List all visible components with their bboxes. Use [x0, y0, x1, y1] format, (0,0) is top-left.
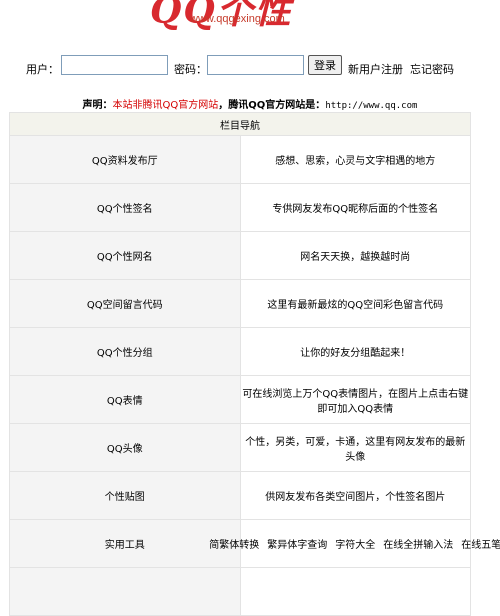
nav-description: 个性，另类，可爱，卡通，这里有网友发布的最新头像 — [239, 423, 471, 472]
tool-link-charset[interactable]: 字符大全 — [335, 536, 375, 551]
nav-row: QQ资料发布厅 感想、思索，心灵与文字相遇的地方 — [9, 135, 471, 184]
tool-link-simp-trad[interactable]: 简繁体转换 — [209, 536, 259, 551]
site-logo[interactable]: QQ个性 www.qqgexing.com — [0, 0, 500, 34]
tool-link-variant-chars[interactable]: 繁异体字查询 — [267, 536, 327, 551]
nav-row: 个性贴图 供网友发布各类空间图片，个性签名图片 — [9, 471, 471, 520]
nav-category[interactable]: QQ空间留言代码 — [9, 279, 241, 328]
nav-description: 感想、思索，心灵与文字相遇的地方 — [239, 135, 471, 184]
nav-category[interactable]: QQ表情 — [9, 375, 241, 424]
nav-row: QQ头像 个性，另类，可爱，卡通，这里有网友发布的最新头像 — [9, 423, 471, 472]
notice-prefix: 声明： — [82, 100, 113, 111]
nav-category[interactable]: QQ头像 — [9, 423, 241, 472]
nav-category[interactable]: QQ个性网名 — [9, 231, 241, 280]
tool-link-wubi[interactable]: 在线五笔 — [461, 536, 500, 551]
nav-header: 栏目导航 — [9, 112, 471, 136]
nav-category[interactable]: 实用工具 — [9, 519, 241, 568]
login-button[interactable]: 登录 — [308, 55, 342, 75]
login-form: 用户： 密码： 登录 新用户注册 忘记密码 — [0, 54, 500, 80]
nav-description: 可在线浏览上万个QQ表情图片，在图片上点击右键即可加入QQ表情 — [239, 375, 471, 424]
nav-table: 栏目导航 QQ资料发布厅 感想、思索，心灵与文字相遇的地方 QQ个性签名 专供网… — [9, 112, 500, 616]
nav-description-empty — [239, 567, 471, 616]
nav-description: 让你的好友分组酷起来！ — [239, 327, 471, 376]
nav-row: QQ空间留言代码 这里有最新最炫的QQ空间彩色留言代码 — [9, 279, 471, 328]
username-input[interactable] — [61, 55, 168, 75]
password-input[interactable] — [207, 55, 304, 75]
nav-category-empty — [9, 567, 241, 616]
forgot-password-link[interactable]: 忘记密码 — [410, 61, 454, 77]
tool-link-pinyin-ime[interactable]: 在线全拼输入法 — [383, 536, 453, 551]
password-label: 密码： — [174, 63, 207, 76]
username-label: 用户： — [26, 63, 59, 76]
nav-category[interactable]: QQ资料发布厅 — [9, 135, 241, 184]
register-link[interactable]: 新用户注册 — [348, 61, 403, 77]
nav-description: 网名天天换，越换越时尚 — [239, 231, 471, 280]
nav-category[interactable]: QQ个性签名 — [9, 183, 241, 232]
nav-row-empty — [9, 567, 471, 616]
nav-row: QQ个性分组 让你的好友分组酷起来！ — [9, 327, 471, 376]
nav-row: QQ个性签名 专供网友发布QQ昵称后面的个性签名 — [9, 183, 471, 232]
nav-row-tools: 实用工具 简繁体转换 繁异体字查询 字符大全 在线全拼输入法 在线五笔 — [9, 519, 500, 568]
nav-row: QQ个性网名 网名天天换，越换越时尚 — [9, 231, 471, 280]
nav-description: 专供网友发布QQ昵称后面的个性签名 — [239, 183, 471, 232]
logo-url: www.qqgexing.com — [190, 13, 285, 25]
notice-middle: ，腾讯QQ官方网站是： — [218, 100, 326, 111]
tools-cell: 简繁体转换 繁异体字查询 字符大全 在线全拼输入法 在线五笔 — [209, 519, 500, 568]
notice-unofficial: 本站非腾讯QQ官方网站 — [112, 100, 219, 111]
notice-url: http://www.qq.com — [325, 101, 418, 111]
notice-bar: 声明：本站非腾讯QQ官方网站，腾讯QQ官方网站是：http://www.qq.c… — [0, 96, 500, 111]
nav-row: QQ表情 可在线浏览上万个QQ表情图片，在图片上点击右键即可加入QQ表情 — [9, 375, 471, 424]
nav-description: 这里有最新最炫的QQ空间彩色留言代码 — [239, 279, 471, 328]
nav-category[interactable]: QQ个性分组 — [9, 327, 241, 376]
nav-description: 供网友发布各类空间图片，个性签名图片 — [239, 471, 471, 520]
nav-category[interactable]: 个性贴图 — [9, 471, 241, 520]
